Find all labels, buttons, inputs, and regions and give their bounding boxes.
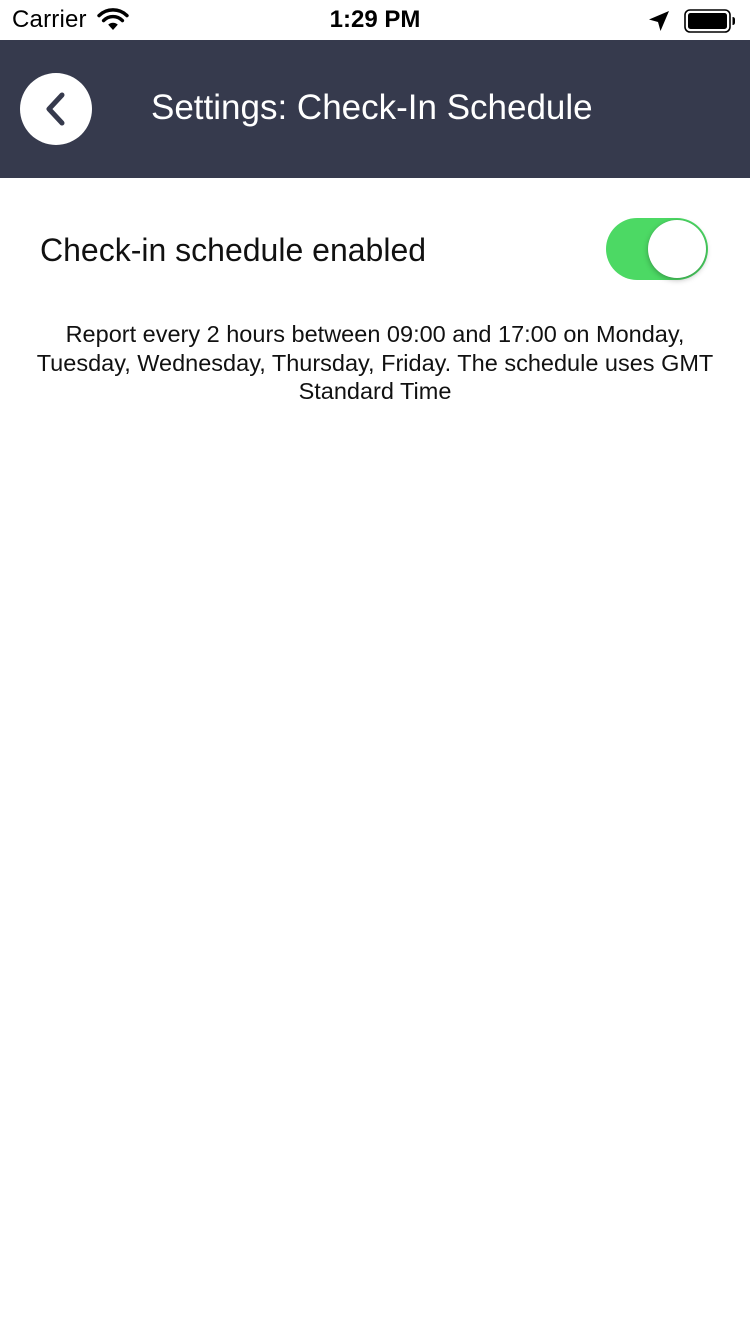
toggle-knob bbox=[648, 220, 706, 278]
back-button[interactable] bbox=[20, 73, 92, 145]
chevron-left-icon bbox=[46, 92, 65, 126]
schedule-toggle-label: Check-in schedule enabled bbox=[40, 232, 427, 268]
status-time: 1:29 PM bbox=[329, 6, 421, 33]
schedule-description: Report every 2 hours between 09:00 and 1… bbox=[36, 321, 714, 404]
location-arrow-icon bbox=[649, 11, 669, 31]
schedule-toggle-row: Check-in schedule enabled bbox=[40, 218, 710, 282]
schedule-enabled-toggle[interactable] bbox=[606, 218, 708, 280]
page-title: Settings: Check-In Schedule bbox=[151, 88, 593, 127]
status-right bbox=[648, 8, 736, 34]
status-bar: Carrier 1:29 PM bbox=[0, 0, 750, 40]
battery-icon bbox=[684, 9, 735, 33]
navigation-bar: Settings: Check-In Schedule bbox=[0, 40, 750, 178]
